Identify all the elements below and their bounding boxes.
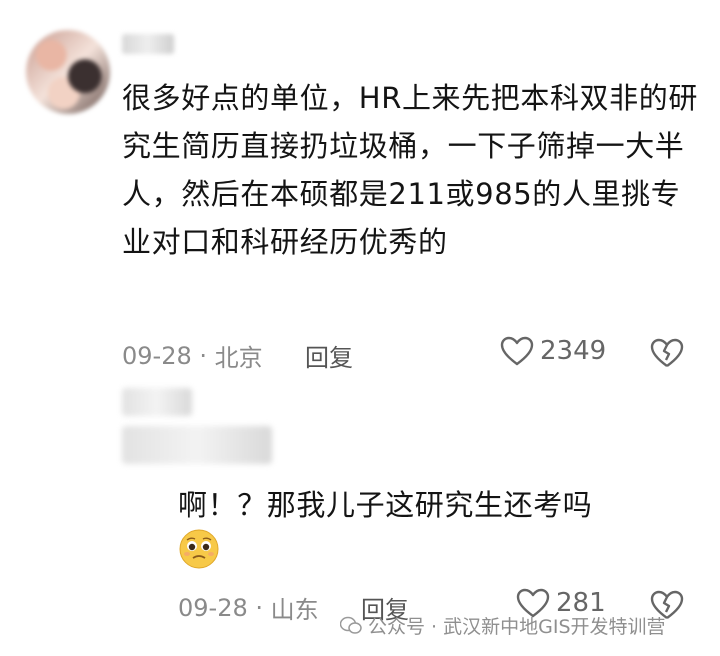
- wechat-watermark: 公众号 · 武汉新中地GIS开发特训营: [340, 612, 666, 639]
- comment-reply-button[interactable]: 回复: [305, 338, 353, 373]
- watermark-text: 公众号 · 武汉新中地GIS开发特训营: [368, 616, 666, 638]
- wechat-icon: [340, 616, 362, 634]
- commenter-name-blurred[interactable]: [122, 34, 174, 54]
- comment-like-count: 2349: [540, 336, 607, 366]
- replier-name-blurred[interactable]: [122, 426, 272, 464]
- reply-location: 山东: [270, 596, 319, 624]
- comment-meta: 09-28 · 北京: [122, 338, 263, 373]
- replier-avatar-blurred[interactable]: [122, 388, 192, 416]
- comment-text: 很多好点的单位，HR上来先把本科双非的研究生简历直接扔垃圾桶，一下子筛掉一大半人…: [122, 81, 698, 259]
- heart-icon: [500, 336, 534, 366]
- comment-like-button[interactable]: 2349: [500, 336, 606, 366]
- pleading-face-emoji-icon: [179, 529, 219, 569]
- dislike-broken-heart-icon[interactable]: [650, 338, 684, 368]
- reply-date: 09-28: [178, 593, 248, 622]
- reply-meta: 09-28 · 山东: [178, 590, 319, 625]
- reply-text: 啊！？那我儿子这研究生还考吗: [178, 488, 593, 522]
- comment-date: 09-28: [122, 341, 192, 370]
- commenter-avatar[interactable]: [26, 30, 110, 114]
- comment-location: 北京: [214, 344, 263, 372]
